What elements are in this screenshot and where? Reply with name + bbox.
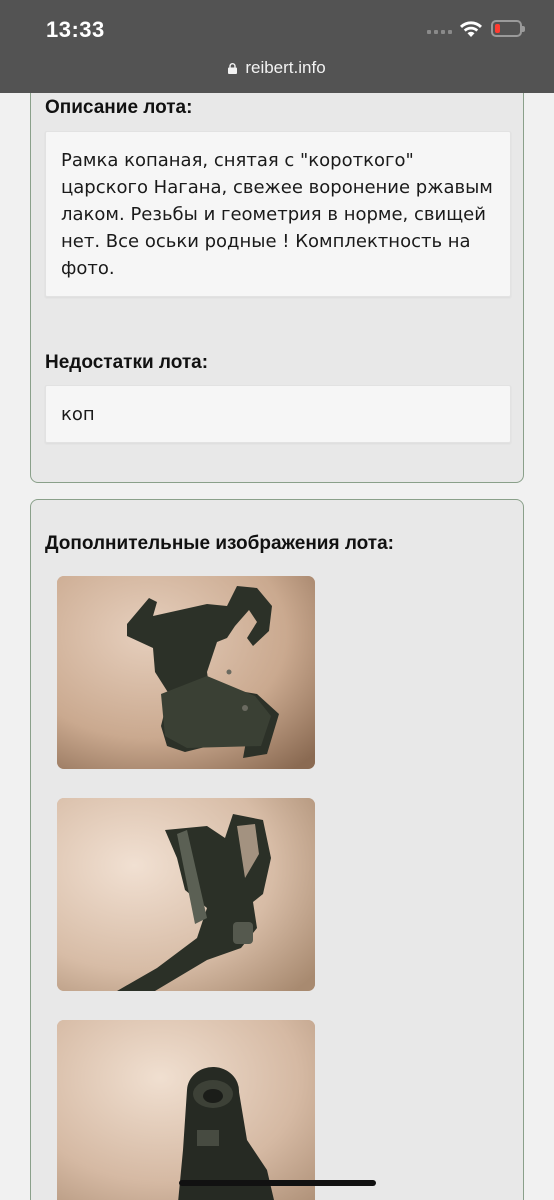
description-text: Рамка копаная, снятая с "короткого" царс… xyxy=(45,131,511,297)
url-bar[interactable]: reibert.info xyxy=(0,58,554,78)
lot-description-panel: Описание лота: Рамка копаная, снятая с "… xyxy=(30,93,524,483)
home-indicator[interactable] xyxy=(179,1180,376,1186)
page-content: Описание лота: Рамка копаная, снятая с "… xyxy=(0,93,554,1200)
lot-image-2[interactable] xyxy=(57,798,315,991)
status-time: 13:33 xyxy=(46,17,105,42)
wifi-icon xyxy=(459,19,483,39)
lot-image-1[interactable] xyxy=(57,576,315,769)
defects-heading: Недостатки лота: xyxy=(45,352,209,373)
description-heading: Описание лота: xyxy=(45,97,193,118)
defects-text: коп xyxy=(45,385,511,443)
images-heading: Дополнительные изображения лота: xyxy=(45,533,395,554)
additional-images-panel: Дополнительные изображения лота: xyxy=(30,499,524,1200)
lock-icon xyxy=(228,63,238,74)
lot-image-3[interactable] xyxy=(57,1020,315,1200)
url-domain: reibert.info xyxy=(245,58,326,77)
battery-low-icon xyxy=(491,20,525,37)
browser-top-bar: 13:33 reibert.info xyxy=(0,0,554,93)
signal-icon xyxy=(427,30,452,34)
